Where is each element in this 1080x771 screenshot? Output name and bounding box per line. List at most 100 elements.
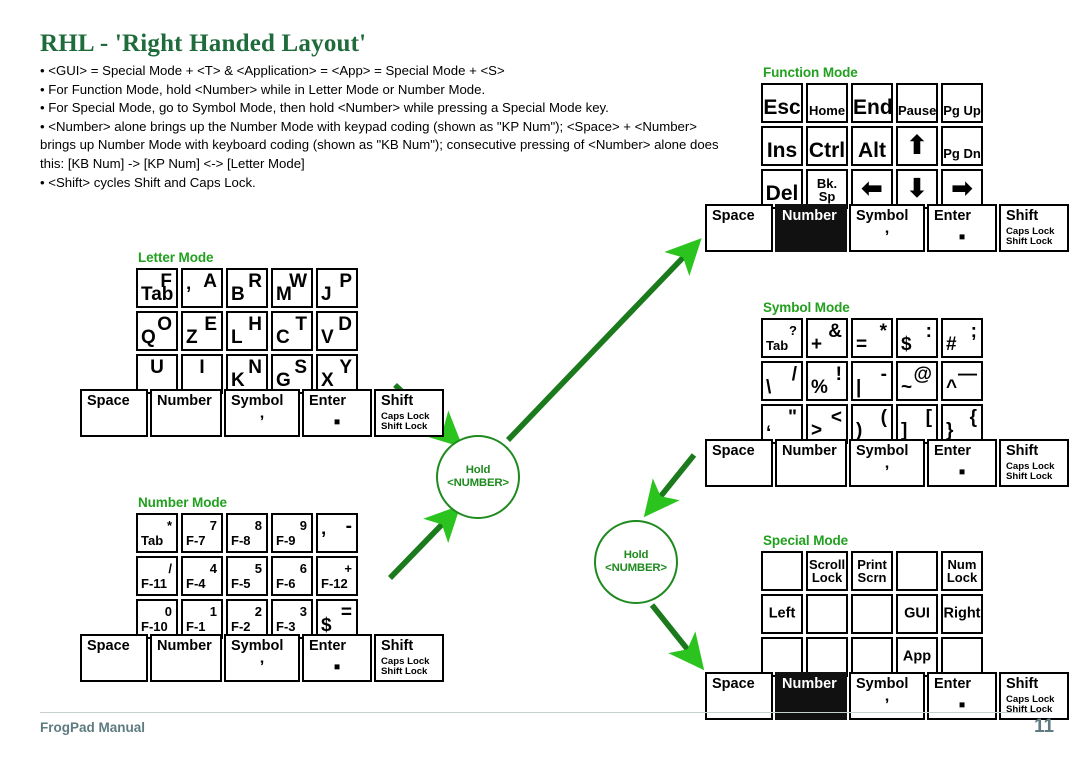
key[interactable]: Ctrl xyxy=(806,126,848,166)
key[interactable]: KN xyxy=(226,354,268,394)
key[interactable] xyxy=(851,637,893,677)
key[interactable]: MW xyxy=(271,268,313,308)
key[interactable]: Tab F xyxy=(136,268,178,308)
modifier-key-symbol[interactable]: Symbol ’ xyxy=(849,439,925,487)
key[interactable]: Home xyxy=(806,83,848,123)
modifier-key-enter[interactable]: Enter ▪ xyxy=(302,634,372,682)
modifier-key-symbol[interactable]: Symbol ’ xyxy=(224,389,300,437)
key[interactable]: }{ xyxy=(941,404,983,444)
key[interactable]: F-6 6 xyxy=(271,556,313,596)
key[interactable] xyxy=(806,594,848,634)
key[interactable]: F-5 5 xyxy=(226,556,268,596)
key[interactable]: GS xyxy=(271,354,313,394)
key[interactable]: Tab * xyxy=(136,513,178,553)
key[interactable]: F-8 8 xyxy=(226,513,268,553)
key[interactable]: + & xyxy=(806,318,848,358)
key[interactable]: Right xyxy=(941,594,983,634)
key[interactable]: > < xyxy=(806,404,848,444)
modifier-key-number[interactable]: Number xyxy=(775,439,847,487)
key-secondary-label: * xyxy=(166,518,172,533)
key[interactable]: Del xyxy=(761,169,803,209)
modifier-key-space[interactable]: Space xyxy=(705,204,773,252)
key[interactable]: Num Lock xyxy=(941,551,983,591)
key[interactable]: ’ A xyxy=(181,268,223,308)
key[interactable]: ~ @ xyxy=(896,361,938,401)
modifier-key-enter[interactable]: Enter ▪ xyxy=(927,439,997,487)
key[interactable]: ^ — xyxy=(941,361,983,401)
key[interactable]: Pause xyxy=(896,83,938,123)
modifier-key-space[interactable]: Space xyxy=(705,439,773,487)
key[interactable]: Tab? xyxy=(761,318,803,358)
key[interactable]: \ / xyxy=(761,361,803,401)
key[interactable]: ‘" xyxy=(761,404,803,444)
key[interactable]: ➡ xyxy=(941,169,983,209)
key[interactable]: F-1 1 xyxy=(181,599,223,639)
key[interactable]: BR xyxy=(226,268,268,308)
key[interactable]: Pg Dn xyxy=(941,126,983,166)
key-label: GUI xyxy=(904,605,930,622)
key[interactable] xyxy=(806,637,848,677)
key[interactable]: ⬇ xyxy=(896,169,938,209)
modifier-key-shift[interactable]: Shift Caps Lock Shift Lock xyxy=(999,204,1069,252)
key[interactable]: $: xyxy=(896,318,938,358)
key[interactable]: App xyxy=(896,637,938,677)
key[interactable]: Print Scrn xyxy=(851,551,893,591)
key[interactable]: ZE xyxy=(181,311,223,351)
modifier-key-shift[interactable]: Shift Caps Lock Shift Lock xyxy=(999,439,1069,487)
key[interactable]: $ = xyxy=(316,599,358,639)
key[interactable]: F-9 9 xyxy=(271,513,313,553)
modifier-key-shift[interactable]: Shift Caps Lock Shift Lock xyxy=(374,389,444,437)
modifier-key-number[interactable]: Number xyxy=(775,204,847,252)
key[interactable]: Pg Up xyxy=(941,83,983,123)
modifier-key-number[interactable]: Number xyxy=(150,634,222,682)
key[interactable]: F-2 2 xyxy=(226,599,268,639)
key[interactable]: F-10 0 xyxy=(136,599,178,639)
key[interactable]: Ins xyxy=(761,126,803,166)
key[interactable]: Alt xyxy=(851,126,893,166)
key[interactable]: F-12 + xyxy=(316,556,358,596)
key[interactable] xyxy=(941,637,983,677)
key[interactable]: CT xyxy=(271,311,313,351)
modifier-key-space[interactable]: Space xyxy=(80,389,148,437)
key[interactable]: JP xyxy=(316,268,358,308)
key[interactable]: QO xyxy=(136,311,178,351)
key[interactable]: GUI xyxy=(896,594,938,634)
key[interactable]: = * xyxy=(851,318,893,358)
modifier-key-shift[interactable]: Shift Caps Lock Shift Lock xyxy=(374,634,444,682)
key[interactable]: F-11/ xyxy=(136,556,178,596)
key[interactable] xyxy=(761,637,803,677)
key[interactable]: F-3 3 xyxy=(271,599,313,639)
key[interactable]: ⬆ xyxy=(896,126,938,166)
key[interactable]: ⬅ xyxy=(851,169,893,209)
key[interactable]: VD xyxy=(316,311,358,351)
key[interactable]: I xyxy=(181,354,223,394)
key[interactable]: F-7 7 xyxy=(181,513,223,553)
key-label: Scroll Lock xyxy=(808,556,846,585)
modifier-key-enter[interactable]: Enter ▪ xyxy=(927,204,997,252)
key[interactable] xyxy=(851,594,893,634)
modifier-key-space[interactable]: Space xyxy=(80,634,148,682)
modifier-key-symbol[interactable]: Symbol ’ xyxy=(849,204,925,252)
key[interactable]: Bk. Sp xyxy=(806,169,848,209)
key[interactable]: Scroll Lock xyxy=(806,551,848,591)
key[interactable]: LH xyxy=(226,311,268,351)
key[interactable]: XY xyxy=(316,354,358,394)
key[interactable]: %! xyxy=(806,361,848,401)
key[interactable]: End xyxy=(851,83,893,123)
key[interactable]: ’ - xyxy=(316,513,358,553)
key[interactable]: | - xyxy=(851,361,893,401)
key[interactable]: #; xyxy=(941,318,983,358)
key[interactable] xyxy=(761,551,803,591)
modifier-key-enter[interactable]: Enter ▪ xyxy=(302,389,372,437)
key[interactable]: )( xyxy=(851,404,893,444)
key[interactable]: ][ xyxy=(896,404,938,444)
key[interactable]: U xyxy=(136,354,178,394)
modifier-key-number[interactable]: Number xyxy=(150,389,222,437)
key[interactable]: Esc xyxy=(761,83,803,123)
key[interactable] xyxy=(896,551,938,591)
key[interactable]: Left xyxy=(761,594,803,634)
modifier-key-symbol[interactable]: Symbol ’ xyxy=(224,634,300,682)
modifier-key-sub-symbol: ▪ xyxy=(333,656,341,678)
key-primary-label: L xyxy=(231,327,243,348)
key[interactable]: F-4 4 xyxy=(181,556,223,596)
